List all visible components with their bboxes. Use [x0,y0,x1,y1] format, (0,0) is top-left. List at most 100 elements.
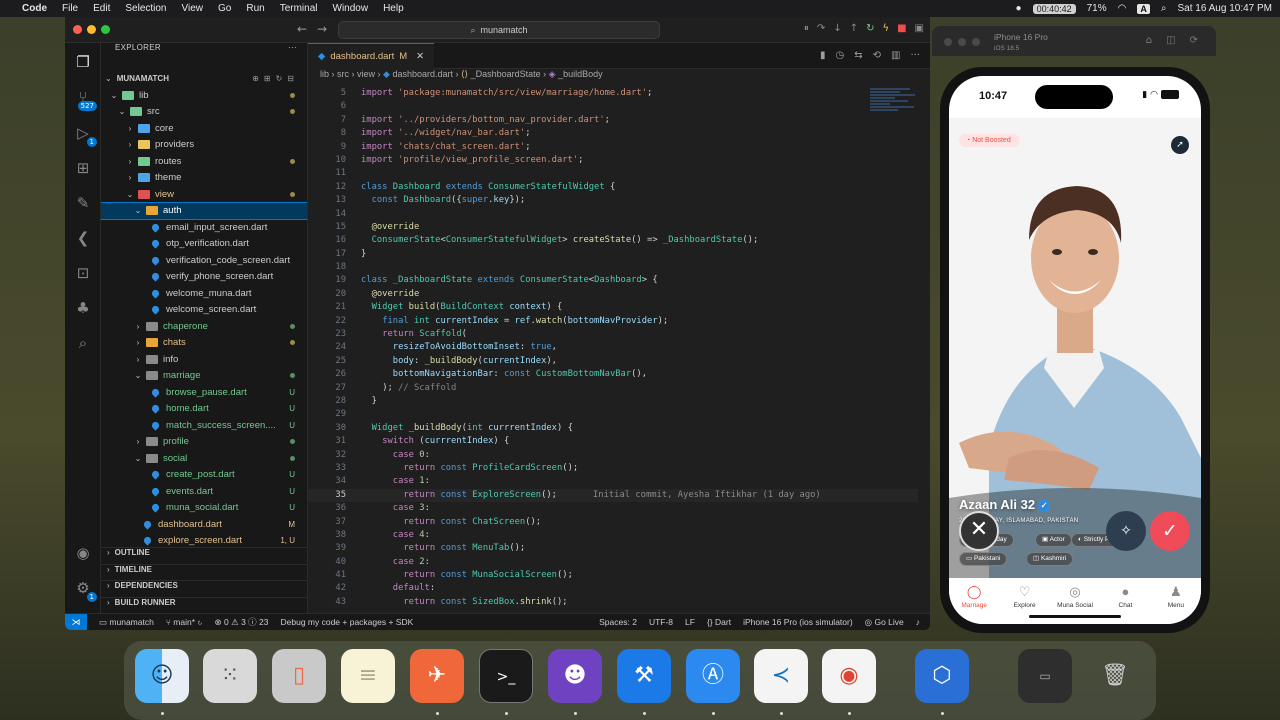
folder-row[interactable]: › routes [101,153,307,170]
status-language[interactable]: {} Dart [707,617,731,627]
trash-icon[interactable]: 🗑 [1088,649,1142,703]
record-icon[interactable]: ● [1016,3,1022,14]
crumb-lib[interactable]: lib [320,69,329,79]
folder-row[interactable]: ⌄ social [101,450,307,467]
crumb-class[interactable]: _DashboardState [471,69,541,79]
close-window-button[interactable] [73,25,82,34]
flutter-inspector-icon[interactable]: ▮ [820,50,826,61]
code-editor[interactable]: 5 import 'package:munamatch/src/view/marr… [308,87,918,609]
minimize-window-button[interactable] [87,25,96,34]
forward-arrow-icon[interactable]: → [317,22,327,36]
folder-row[interactable]: ⌄ view [101,186,307,203]
back-arrow-icon[interactable]: ← [297,22,307,36]
menu-go[interactable]: Go [218,3,231,14]
menu-run[interactable]: Run [246,3,264,14]
chevron-down-icon[interactable]: ⌄ [133,371,143,380]
edit-icon[interactable]: ✎ [73,193,93,213]
notes-icon[interactable]: ≡ [341,649,395,703]
chevron-right-icon[interactable]: › [133,322,143,331]
chevron-down-icon[interactable]: ⌄ [125,190,135,199]
menu-terminal[interactable]: Terminal [280,3,318,14]
search-panel-icon[interactable]: ⌕ [73,333,93,353]
battery-label[interactable]: 71% [1087,3,1107,14]
explorer-actions[interactable]: ⊕⊞↻⊟ [252,74,299,83]
section-dependencies[interactable]: › DEPENDENCIES [101,580,307,597]
super-like-button[interactable]: ✧ [1106,511,1146,551]
input-source-icon[interactable]: A [1137,3,1150,14]
recording-timer[interactable]: 00:40:42 [1032,3,1076,14]
open-changes-icon[interactable]: ⟲ [873,50,881,61]
chevron-down-icon[interactable]: ⌄ [133,454,143,463]
home-icon[interactable]: ⌂ [1146,35,1152,46]
account-icon[interactable]: ◉ [73,543,93,563]
status-go-live[interactable]: ◎ Go Live [865,617,904,628]
terminal-icon[interactable]: >_ [479,649,533,703]
timeline-icon[interactable]: ◷ [835,50,844,61]
file-row[interactable]: dashboard.dart M [101,516,307,533]
chevron-down-icon[interactable]: ⌄ [133,206,143,215]
file-row[interactable]: muna_social.dart U [101,500,307,517]
file-row[interactable]: match_success_screen.... U [101,417,307,434]
wifi-icon[interactable]: ◠ [1118,3,1127,14]
file-row[interactable]: create_post.dart U [101,467,307,484]
launchpad-icon[interactable]: ⁙ [203,649,257,703]
chevron-right-icon[interactable]: › [125,157,135,166]
file-row[interactable]: events.dart U [101,483,307,500]
run-debug-icon[interactable]: ▷ 1 [73,123,97,147]
like-button[interactable]: ✓ [1150,511,1190,551]
crumb-file[interactable]: dashboard.dart [392,69,453,79]
source-control-icon[interactable]: ⑂ 527 [73,87,97,111]
git-compare-icon[interactable]: ⇆ [854,50,862,61]
settings-gear-icon[interactable]: ⚙ 1 [73,578,97,602]
project-root[interactable]: ⌄ MUNAMATCH ⊕⊞↻⊟ [101,69,307,87]
step-into-icon[interactable]: ↓ [833,23,841,34]
rotate-icon[interactable]: ⟳ [1190,35,1198,46]
remote-explorer-icon[interactable]: ⊡ [73,263,93,283]
app-store-icon[interactable]: Ⓐ [686,649,740,703]
screenshot-icon[interactable]: ◫ [1166,35,1175,46]
status-git-branch[interactable]: ⑂ main* ↻ [166,617,203,627]
minimap[interactable] [870,87,930,147]
more-actions-icon[interactable]: ··· [288,43,297,69]
status-eol[interactable]: LF [685,617,695,627]
extensions-icon[interactable]: ⊞ [73,158,93,178]
menu-edit[interactable]: Edit [93,3,110,14]
pause-icon[interactable]: ⏸ [804,23,809,34]
hot-reload-icon[interactable]: ϟ [882,23,889,34]
folder-row[interactable]: › providers [101,137,307,154]
explorer-icon[interactable]: ❐ [73,52,93,72]
status-indentation[interactable]: Spaces: 2 [599,617,637,627]
sim-close-button[interactable] [944,38,952,46]
status-debug-mode[interactable]: Debug my code + packages + SDK [281,617,414,627]
folder-row[interactable]: › core [101,120,307,137]
crumb-method[interactable]: _buildBody [558,69,603,79]
notifications-icon[interactable]: ♪ [916,617,920,627]
section-build-runner[interactable]: › BUILD RUNNER [101,596,307,614]
crumb-src[interactable]: src [337,69,349,79]
folder-row[interactable]: › info [101,351,307,368]
folder-row[interactable]: › profile [101,434,307,451]
chevron-right-icon[interactable]: › [133,355,143,364]
sim-zoom-button[interactable] [972,38,980,46]
file-row[interactable]: email_input_screen.dart [101,219,307,236]
file-row[interactable]: welcome_muna.dart [101,285,307,302]
chevron-right-icon[interactable]: › [133,437,143,446]
tab-dashboard[interactable]: ◆ dashboard.dart M ✕ [308,43,435,69]
chevron-down-icon[interactable]: ⌄ [117,107,127,116]
close-tab-icon[interactable]: ✕ [416,44,424,69]
file-row[interactable]: welcome_screen.dart [101,302,307,319]
status-encoding[interactable]: UTF-8 [649,617,673,627]
status-workspace[interactable]: ▭ munamatch [99,617,154,628]
nav-menu[interactable]: ♟ Menu [1151,578,1201,624]
crumb-view[interactable]: view [357,69,375,79]
github-desktop-icon[interactable]: ☻ [548,649,602,703]
chrome-icon[interactable]: ◉ [822,649,876,703]
file-row[interactable]: verify_phone_screen.dart [101,269,307,286]
file-row[interactable]: verification_code_screen.dart [101,252,307,269]
menu-view[interactable]: View [182,3,204,14]
leaf-icon[interactable]: ♣ [73,298,93,318]
postman-icon[interactable]: ✈ [410,649,464,703]
sim-minimize-button[interactable] [958,38,966,46]
folder-row[interactable]: ⌄ auth [101,201,307,220]
nav-marriage[interactable]: ◯ Marriage [949,578,999,624]
